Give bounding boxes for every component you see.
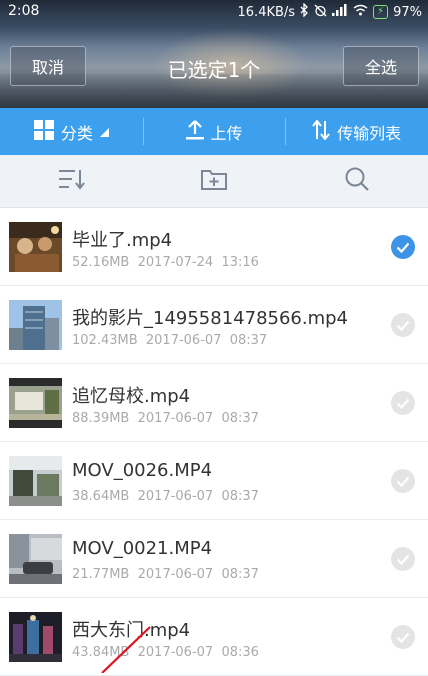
search-icon: [344, 166, 370, 196]
selection-checkbox[interactable]: [391, 235, 415, 259]
sort-icon: [57, 168, 86, 194]
search-button[interactable]: [285, 155, 428, 207]
new-folder-icon: [201, 168, 227, 194]
file-date: 2017-06-07: [137, 567, 214, 582]
checkmark-icon: [396, 472, 410, 491]
wifi-icon: [353, 4, 368, 20]
file-date: 2017-06-07: [137, 645, 214, 660]
tab-upload[interactable]: 上传: [142, 108, 286, 155]
file-date: 2017-06-07: [137, 489, 214, 504]
list-item[interactable]: 我的影片_1495581478566.mp4 102.43MB 2017-06-…: [0, 286, 428, 364]
file-size: 21.77MB: [72, 567, 130, 582]
file-time: 08:37: [229, 333, 268, 348]
network-speed: 16.4KB/s: [237, 4, 296, 20]
file-time: 08:37: [221, 411, 259, 426]
secondary-toolbar: [0, 155, 428, 208]
file-meta: 88.39MB 2017-06-07 08:37: [72, 411, 259, 426]
alarm-off-icon: [314, 4, 327, 21]
file-date: 2017-07-24: [137, 255, 214, 270]
file-name: MOV_0021.MP4: [72, 538, 213, 559]
status-right: 16.4KB/s ⚡ 97%: [237, 2, 422, 21]
file-name: 西大东门.mp4: [72, 620, 191, 641]
video-thumbnail: [9, 300, 62, 350]
selection-checkbox[interactable]: [391, 391, 415, 415]
tab-upload-label: 上传: [210, 123, 243, 143]
dropdown-triangle-icon: [99, 122, 109, 141]
checkmark-icon: [396, 316, 410, 335]
list-item[interactable]: MOV_0026.MP4 38.64MB 2017-06-07 08:37: [0, 442, 428, 520]
grid-icon: [33, 119, 54, 144]
list-item[interactable]: MOV_0021.MP4 21.77MB 2017-06-07 08:37: [0, 520, 428, 598]
file-meta: 38.64MB 2017-06-07 08:37: [72, 489, 259, 504]
file-name: 我的影片_1495581478566.mp4: [72, 308, 349, 329]
file-time: 13:16: [221, 255, 259, 270]
file-name: MOV_0026.MP4: [72, 460, 213, 481]
file-size: 38.64MB: [72, 489, 130, 504]
selection-checkbox[interactable]: [391, 547, 415, 571]
file-time: 08:37: [221, 489, 259, 504]
tab-transfer-list-label: 传输列表: [337, 123, 402, 143]
file-name: 毕业了.mp4: [72, 230, 173, 251]
video-thumbnail: [9, 534, 62, 584]
status-time: 2:08: [8, 3, 40, 19]
battery-level: 97%: [393, 4, 422, 20]
new-folder-button[interactable]: [143, 155, 286, 207]
file-time: 08:36: [221, 645, 259, 660]
list-item[interactable]: 毕业了.mp4 52.16MB 2017-07-24 13:16: [0, 208, 428, 286]
list-item[interactable]: 追忆母校.mp4 88.39MB 2017-06-07 08:37: [0, 364, 428, 442]
checkmark-icon: [396, 394, 410, 413]
signal-icon: [332, 4, 348, 20]
file-size: 88.39MB: [72, 411, 130, 426]
transfer-icon: [312, 118, 330, 144]
status-bar: 2:08 16.4KB/s ⚡ 97%: [0, 0, 428, 24]
selection-checkbox[interactable]: [391, 313, 415, 337]
file-time: 08:37: [221, 567, 259, 582]
sort-button[interactable]: [0, 155, 143, 207]
video-thumbnail: [9, 378, 62, 428]
video-thumbnail: [9, 612, 62, 662]
file-date: 2017-06-07: [145, 333, 222, 348]
action-tab-bar: 分类 上传 传输列表: [0, 108, 428, 155]
list-item[interactable]: 西大东门.mp4 43.84MB 2017-06-07 08:36: [0, 598, 428, 676]
checkmark-icon: [396, 238, 410, 257]
file-size: 43.84MB: [72, 645, 130, 660]
file-name: 追忆母校.mp4: [72, 386, 191, 407]
checkmark-icon: [396, 628, 410, 647]
header: 2:08 16.4KB/s ⚡ 97% 取消 已选定1个 全选: [0, 0, 428, 108]
selection-checkbox[interactable]: [391, 625, 415, 649]
file-meta: 21.77MB 2017-06-07 08:37: [72, 567, 259, 582]
file-list: 毕业了.mp4 52.16MB 2017-07-24 13:16 我的影片_14…: [0, 208, 428, 676]
tab-category-label: 分类: [60, 123, 93, 143]
selection-checkbox[interactable]: [391, 469, 415, 493]
file-date: 2017-06-07: [137, 411, 214, 426]
bluetooth-icon: [300, 2, 309, 21]
file-size: 102.43MB: [72, 333, 138, 348]
battery-icon: ⚡: [373, 5, 389, 19]
checkmark-icon: [396, 550, 410, 569]
file-size: 52.16MB: [72, 255, 130, 270]
file-meta: 43.84MB 2017-06-07 08:36: [72, 645, 259, 660]
tab-transfer-list[interactable]: 传输列表: [285, 108, 428, 155]
video-thumbnail: [9, 456, 62, 506]
upload-icon: [185, 119, 204, 144]
select-all-button[interactable]: 全选: [343, 46, 419, 86]
video-thumbnail: [9, 222, 62, 272]
tab-category[interactable]: 分类: [0, 108, 143, 155]
file-meta: 102.43MB 2017-06-07 08:37: [72, 333, 267, 348]
file-meta: 52.16MB 2017-07-24 13:16: [72, 255, 259, 270]
